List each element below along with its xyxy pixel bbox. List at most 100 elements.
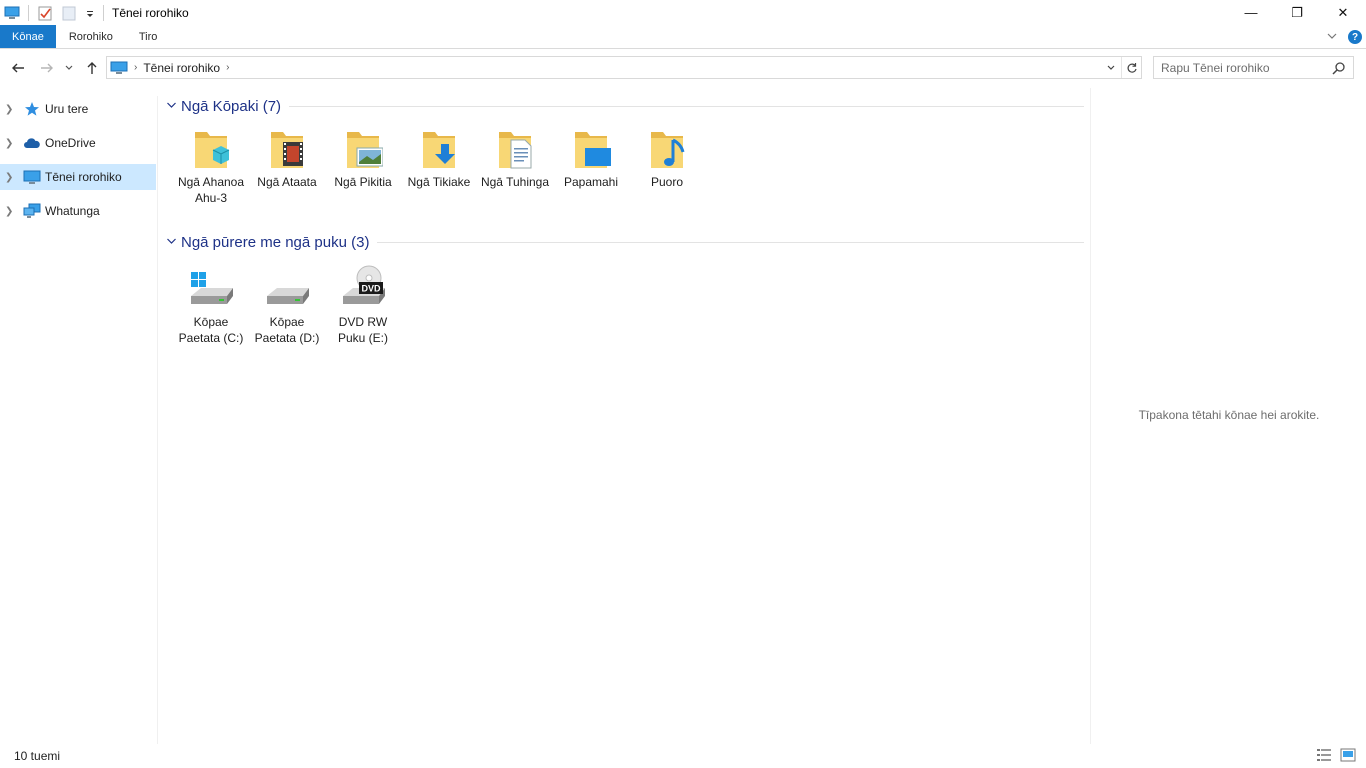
large-icons-view-icon[interactable] bbox=[1340, 748, 1356, 762]
preview-message: Tīpakona tētahi kōnae hei arokite. bbox=[1138, 408, 1320, 422]
tile-label: Ngā Ahanoa Ahu-3 bbox=[177, 175, 245, 205]
toolbar-divider bbox=[28, 4, 29, 21]
view-switcher bbox=[1316, 748, 1356, 762]
recent-locations-button[interactable] bbox=[62, 58, 76, 78]
breadcrumb-separator-icon[interactable]: › bbox=[134, 62, 137, 73]
search-icon[interactable] bbox=[1331, 60, 1347, 76]
music-folder-icon bbox=[647, 128, 687, 172]
drive-tile-c[interactable]: Kōpae Paetata (C:) bbox=[174, 264, 248, 346]
chevron-down-icon[interactable] bbox=[166, 236, 181, 250]
item-count: 10 tuemi bbox=[14, 749, 61, 763]
chevron-down-icon[interactable] bbox=[166, 100, 181, 114]
chevron-down-icon bbox=[65, 65, 73, 70]
documents-folder-icon bbox=[495, 128, 535, 172]
address-row: › Tēnei rorohiko › Rapu Tēnei rorohiko bbox=[0, 55, 1366, 81]
chevron-right-icon[interactable]: ❯ bbox=[5, 104, 19, 115]
group-header-drives[interactable]: Ngā pūrere me ngā puku (3) bbox=[166, 234, 1084, 251]
new-folder-icon[interactable] bbox=[61, 5, 77, 21]
minimize-button[interactable]: — bbox=[1228, 0, 1274, 25]
search-input[interactable]: Rapu Tēnei rorohiko bbox=[1161, 61, 1331, 75]
tile-label: Papamahi bbox=[563, 175, 619, 189]
window-title: Tēnei rorohiko bbox=[112, 5, 189, 20]
folder-tile-music[interactable]: Puoro bbox=[630, 128, 704, 190]
sidebar-item-onedrive[interactable]: ❯ OneDrive bbox=[0, 130, 157, 156]
windows-drive-icon bbox=[187, 264, 235, 312]
tab-file[interactable]: Kōnae bbox=[0, 25, 56, 48]
group-header-folders[interactable]: Ngā Kōpaki (7) bbox=[166, 98, 1084, 115]
address-dropdown-button[interactable] bbox=[1103, 57, 1119, 78]
chevron-right-icon[interactable]: ❯ bbox=[5, 206, 19, 217]
this-pc-icon[interactable] bbox=[4, 5, 20, 21]
tile-label: Ngā Tikiake bbox=[407, 175, 471, 189]
pictures-folder-icon bbox=[343, 128, 384, 172]
sidebar-item-label: Tēnei rorohiko bbox=[45, 170, 122, 184]
drive-tile-e[interactable]: DVD DVD RW Puku (E:) bbox=[326, 264, 400, 346]
sidebar-item-this-pc[interactable]: ❯ Tēnei rorohiko bbox=[0, 164, 156, 190]
dvd-badge: DVD bbox=[361, 284, 381, 294]
group-title: Ngā pūrere me ngā puku (3) bbox=[181, 234, 370, 251]
tile-label: Kōpae Paetata (D:) bbox=[254, 315, 320, 345]
close-button[interactable]: ✕ bbox=[1320, 0, 1366, 25]
chevron-down-icon bbox=[1107, 65, 1115, 70]
quick-access-toolbar bbox=[0, 0, 108, 25]
help-button[interactable]: ? bbox=[1348, 30, 1362, 44]
local-drive-icon bbox=[263, 264, 311, 312]
window-controls: — ❐ ✕ bbox=[1228, 0, 1366, 25]
drive-tile-d[interactable]: Kōpae Paetata (D:) bbox=[250, 264, 324, 346]
forward-button[interactable] bbox=[37, 58, 57, 78]
toolbar-divider bbox=[103, 4, 104, 21]
folder-tile-videos[interactable]: Ngā Ataata bbox=[250, 128, 324, 190]
tab-computer[interactable]: Rorohiko bbox=[56, 25, 126, 48]
ribbon-tabs: Kōnae Rorohiko Tiro ? bbox=[0, 25, 1366, 49]
ribbon-right-controls: ? bbox=[1326, 25, 1362, 49]
sidebar-item-quick-access[interactable]: ❯ Uru tere bbox=[0, 96, 157, 122]
group-divider bbox=[377, 242, 1084, 243]
content-area: Ngā Kōpaki (7) Ngā Ahanoa Ahu-3 Ngā Ataa… bbox=[160, 92, 1090, 742]
onedrive-cloud-icon bbox=[23, 135, 41, 151]
properties-icon[interactable] bbox=[37, 5, 53, 21]
title-bar: Tēnei rorohiko — ❐ ✕ bbox=[0, 0, 1366, 25]
folder-tile-documents[interactable]: Ngā Tuhinga bbox=[478, 128, 552, 190]
this-pc-icon bbox=[23, 169, 41, 185]
chevron-right-icon[interactable]: ❯ bbox=[5, 172, 19, 183]
breadcrumb-separator-icon[interactable]: › bbox=[226, 62, 229, 73]
folder-tile-downloads[interactable]: Ngā Tikiake bbox=[402, 128, 476, 190]
group-title: Ngā Kōpaki (7) bbox=[181, 98, 282, 115]
downloads-folder-icon bbox=[419, 128, 459, 172]
up-button[interactable] bbox=[82, 58, 102, 78]
search-box[interactable]: Rapu Tēnei rorohiko bbox=[1153, 56, 1354, 79]
dvd-drive-icon: DVD bbox=[339, 264, 387, 312]
folder-tile-desktop[interactable]: Papamahi bbox=[554, 128, 628, 190]
group-divider bbox=[289, 106, 1084, 107]
tile-label: Ngā Pikitia bbox=[334, 175, 392, 189]
back-arrow-icon bbox=[12, 63, 24, 73]
chevron-right-icon[interactable]: ❯ bbox=[5, 138, 19, 149]
navigation-pane: ❯ Uru tere ❯ OneDrive ❯ Tēnei rorohiko ❯… bbox=[0, 96, 158, 744]
tile-label: Puoro bbox=[650, 175, 684, 189]
3d-objects-folder-icon bbox=[191, 128, 231, 172]
address-bar[interactable]: › Tēnei rorohiko › bbox=[106, 56, 1142, 79]
tile-label: DVD RW Puku (E:) bbox=[337, 315, 388, 345]
expand-ribbon-chevron-icon[interactable] bbox=[1326, 30, 1338, 45]
folder-tile-3d-objects[interactable]: Ngā Ahanoa Ahu-3 bbox=[174, 128, 248, 206]
customize-toolbar-chevron-icon[interactable] bbox=[85, 5, 95, 21]
tile-label: Ngā Tuhinga bbox=[480, 175, 550, 189]
sidebar-item-label: Whatunga bbox=[45, 204, 100, 218]
sidebar-item-network[interactable]: ❯ Whatunga bbox=[0, 198, 157, 224]
forward-arrow-icon bbox=[41, 63, 53, 73]
details-view-icon[interactable] bbox=[1316, 748, 1332, 762]
tile-label: Kōpae Paetata (C:) bbox=[178, 315, 244, 345]
videos-folder-icon bbox=[267, 128, 307, 172]
desktop-folder-icon bbox=[571, 128, 611, 172]
network-icon bbox=[23, 203, 41, 219]
quick-access-star-icon bbox=[23, 101, 41, 117]
sidebar-item-label: OneDrive bbox=[45, 136, 96, 150]
maximize-button[interactable]: ❐ bbox=[1274, 0, 1320, 25]
up-arrow-icon bbox=[87, 62, 97, 74]
breadcrumb-this-pc[interactable]: Tēnei rorohiko bbox=[143, 61, 220, 75]
tab-view[interactable]: Tiro bbox=[126, 25, 171, 48]
folder-tile-pictures[interactable]: Ngā Pikitia bbox=[326, 128, 400, 190]
back-button[interactable] bbox=[8, 58, 28, 78]
refresh-button[interactable] bbox=[1121, 57, 1141, 78]
tile-label: Ngā Ataata bbox=[257, 175, 317, 189]
